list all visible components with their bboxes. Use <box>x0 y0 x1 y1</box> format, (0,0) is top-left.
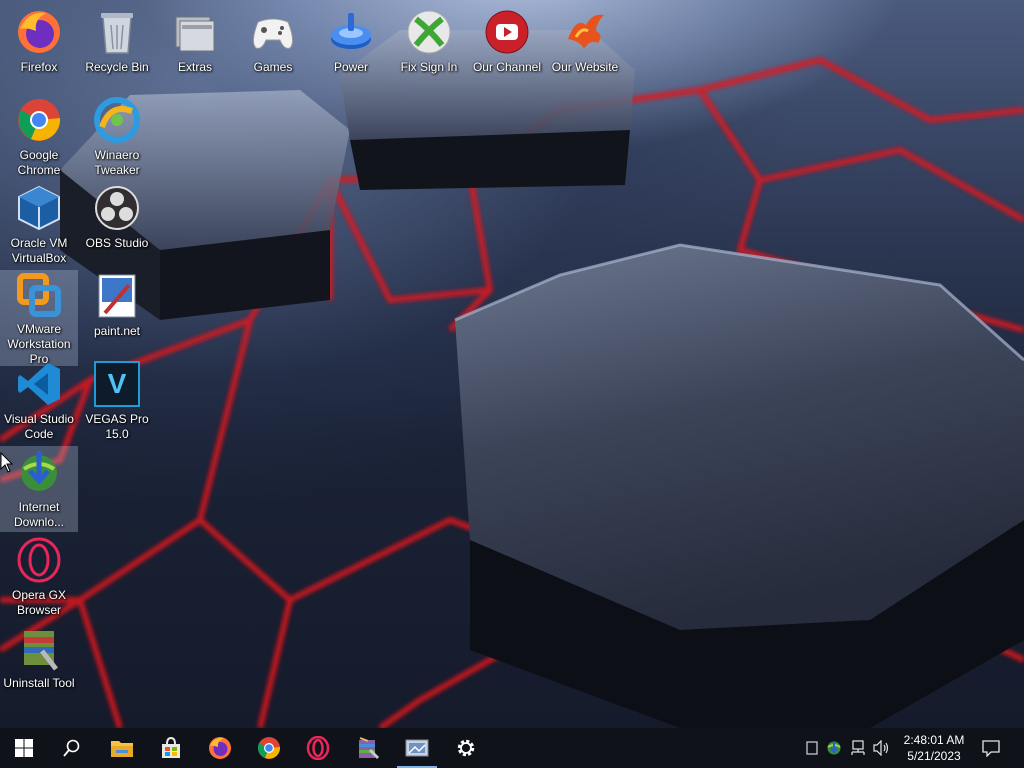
desktop-icon-vmware-workstation-pro[interactable]: VMware Workstation Pro <box>0 270 78 366</box>
tablet-mode-icon[interactable] <box>802 738 822 758</box>
start-button[interactable] <box>0 728 48 768</box>
desktop-icon-our-channel[interactable]: Our Channel <box>468 6 546 92</box>
desktop-icon-label: Extras <box>177 60 212 74</box>
desktop-icon-label: Google Chrome <box>17 148 61 177</box>
phoenix-icon <box>561 8 609 56</box>
screenshot-app-button[interactable] <box>393 728 441 768</box>
folder-icon <box>111 741 133 757</box>
desktop-icon-label: Visual Studio Code <box>4 412 74 441</box>
desktop-icon-recycle-bin[interactable]: Recycle Bin <box>78 6 156 92</box>
taskbar: 2:48:01 AM 5/21/2023 <box>0 728 1024 768</box>
desktop-icon-uninstall-tool[interactable]: Uninstall Tool <box>0 622 78 708</box>
desktop-icon-label: Power <box>333 60 368 74</box>
desktop-icon-label: Internet Downlo... <box>13 500 65 529</box>
vmware-icon <box>15 272 63 318</box>
desktop-icon-vegas-pro[interactable]: V VEGAS Pro 15.0 <box>78 358 156 444</box>
desktop-icon-google-chrome[interactable]: Google Chrome <box>0 94 78 180</box>
chrome-button[interactable] <box>245 728 293 768</box>
opera-button[interactable] <box>294 728 342 768</box>
vscode-icon <box>15 360 63 408</box>
obs-icon <box>93 184 141 232</box>
idm-tray-icon[interactable] <box>824 738 844 758</box>
recycle-bin-icon <box>93 8 141 56</box>
firefox-button[interactable] <box>196 728 244 768</box>
desktop-icon-paint-net[interactable]: paint.net <box>78 270 156 356</box>
desktop-icon-extras[interactable]: Extras <box>156 6 234 92</box>
desktop-icon-fix-sign-in[interactable]: Fix Sign In <box>390 6 468 92</box>
firefox-icon <box>15 8 63 56</box>
search-button[interactable] <box>48 728 96 768</box>
clock[interactable]: 2:48:01 AM 5/21/2023 <box>898 732 970 764</box>
screenshot-icon <box>405 739 429 757</box>
power-icon <box>327 8 375 56</box>
desktop-icon-power[interactable]: Power <box>312 6 390 92</box>
archive-icon <box>359 737 380 760</box>
chrome-icon <box>15 96 63 144</box>
vegas-icon: V <box>93 360 141 408</box>
desktop-icon-obs-studio[interactable]: OBS Studio <box>78 182 156 268</box>
file-explorer-button[interactable] <box>98 728 146 768</box>
xbox-icon <box>405 8 453 56</box>
idm-icon <box>15 448 63 496</box>
paintnet-icon <box>93 272 141 320</box>
desktop-icon-label: Uninstall Tool <box>3 676 75 690</box>
youtube-icon <box>483 8 531 56</box>
desktop-icon-label: Our Channel <box>472 60 542 74</box>
store-icon <box>162 737 180 758</box>
desktop-icon-label: paint.net <box>93 324 141 338</box>
mouse-cursor-icon <box>0 452 14 473</box>
folder-icon <box>171 8 219 56</box>
vegas-letter: V <box>94 361 140 407</box>
settings-button[interactable] <box>442 728 490 768</box>
desktop-icon-games[interactable]: Games <box>234 6 312 92</box>
virtualbox-icon <box>15 184 63 232</box>
desktop[interactable]: Firefox Recycle Bin Extras Games Power F… <box>0 0 1024 728</box>
volume-icon[interactable] <box>872 738 892 758</box>
gamepad-icon <box>249 8 297 56</box>
desktop-icon-label: Games <box>253 60 293 74</box>
windows-icon <box>15 739 33 757</box>
opera-gx-icon <box>15 536 63 584</box>
clock-date: 5/21/2023 <box>907 749 961 763</box>
network-icon[interactable] <box>848 738 868 758</box>
desktop-icon-visual-studio-code[interactable]: Visual Studio Code <box>0 358 78 444</box>
opera-icon <box>306 736 330 760</box>
uninstall-tool-icon <box>15 624 63 672</box>
desktop-icon-opera-gx-browser[interactable]: Opera GX Browser <box>0 534 78 620</box>
search-icon <box>63 739 80 757</box>
desktop-icon-label: Our Website <box>551 60 619 74</box>
desktop-icon-firefox[interactable]: Firefox <box>0 6 78 92</box>
winrar-button[interactable] <box>344 728 392 768</box>
desktop-icon-label: Recycle Bin <box>85 60 149 74</box>
desktop-icon-label: Opera GX Browser <box>11 588 67 617</box>
store-button[interactable] <box>147 728 195 768</box>
winaero-icon <box>93 96 141 144</box>
desktop-icon-oracle-vm-virtualbox[interactable]: Oracle VM VirtualBox <box>0 182 78 268</box>
desktop-icon-label: OBS Studio <box>85 236 149 250</box>
clock-time: 2:48:01 AM <box>903 733 965 747</box>
desktop-icon-winaero-tweaker[interactable]: Winaero Tweaker <box>78 94 156 180</box>
desktop-icon-our-website[interactable]: Our Website <box>546 6 624 92</box>
firefox-icon <box>209 737 231 759</box>
desktop-icon-label: Firefox <box>20 60 58 74</box>
desktop-icon-label: Fix Sign In <box>400 60 458 74</box>
chrome-icon <box>257 737 281 759</box>
desktop-icon-label: Winaero Tweaker <box>94 148 140 177</box>
gear-icon <box>457 739 475 757</box>
notification-center-icon[interactable] <box>981 738 1001 758</box>
desktop-icon-label: VEGAS Pro 15.0 <box>85 412 149 441</box>
desktop-icon-label: Oracle VM VirtualBox <box>10 236 68 265</box>
